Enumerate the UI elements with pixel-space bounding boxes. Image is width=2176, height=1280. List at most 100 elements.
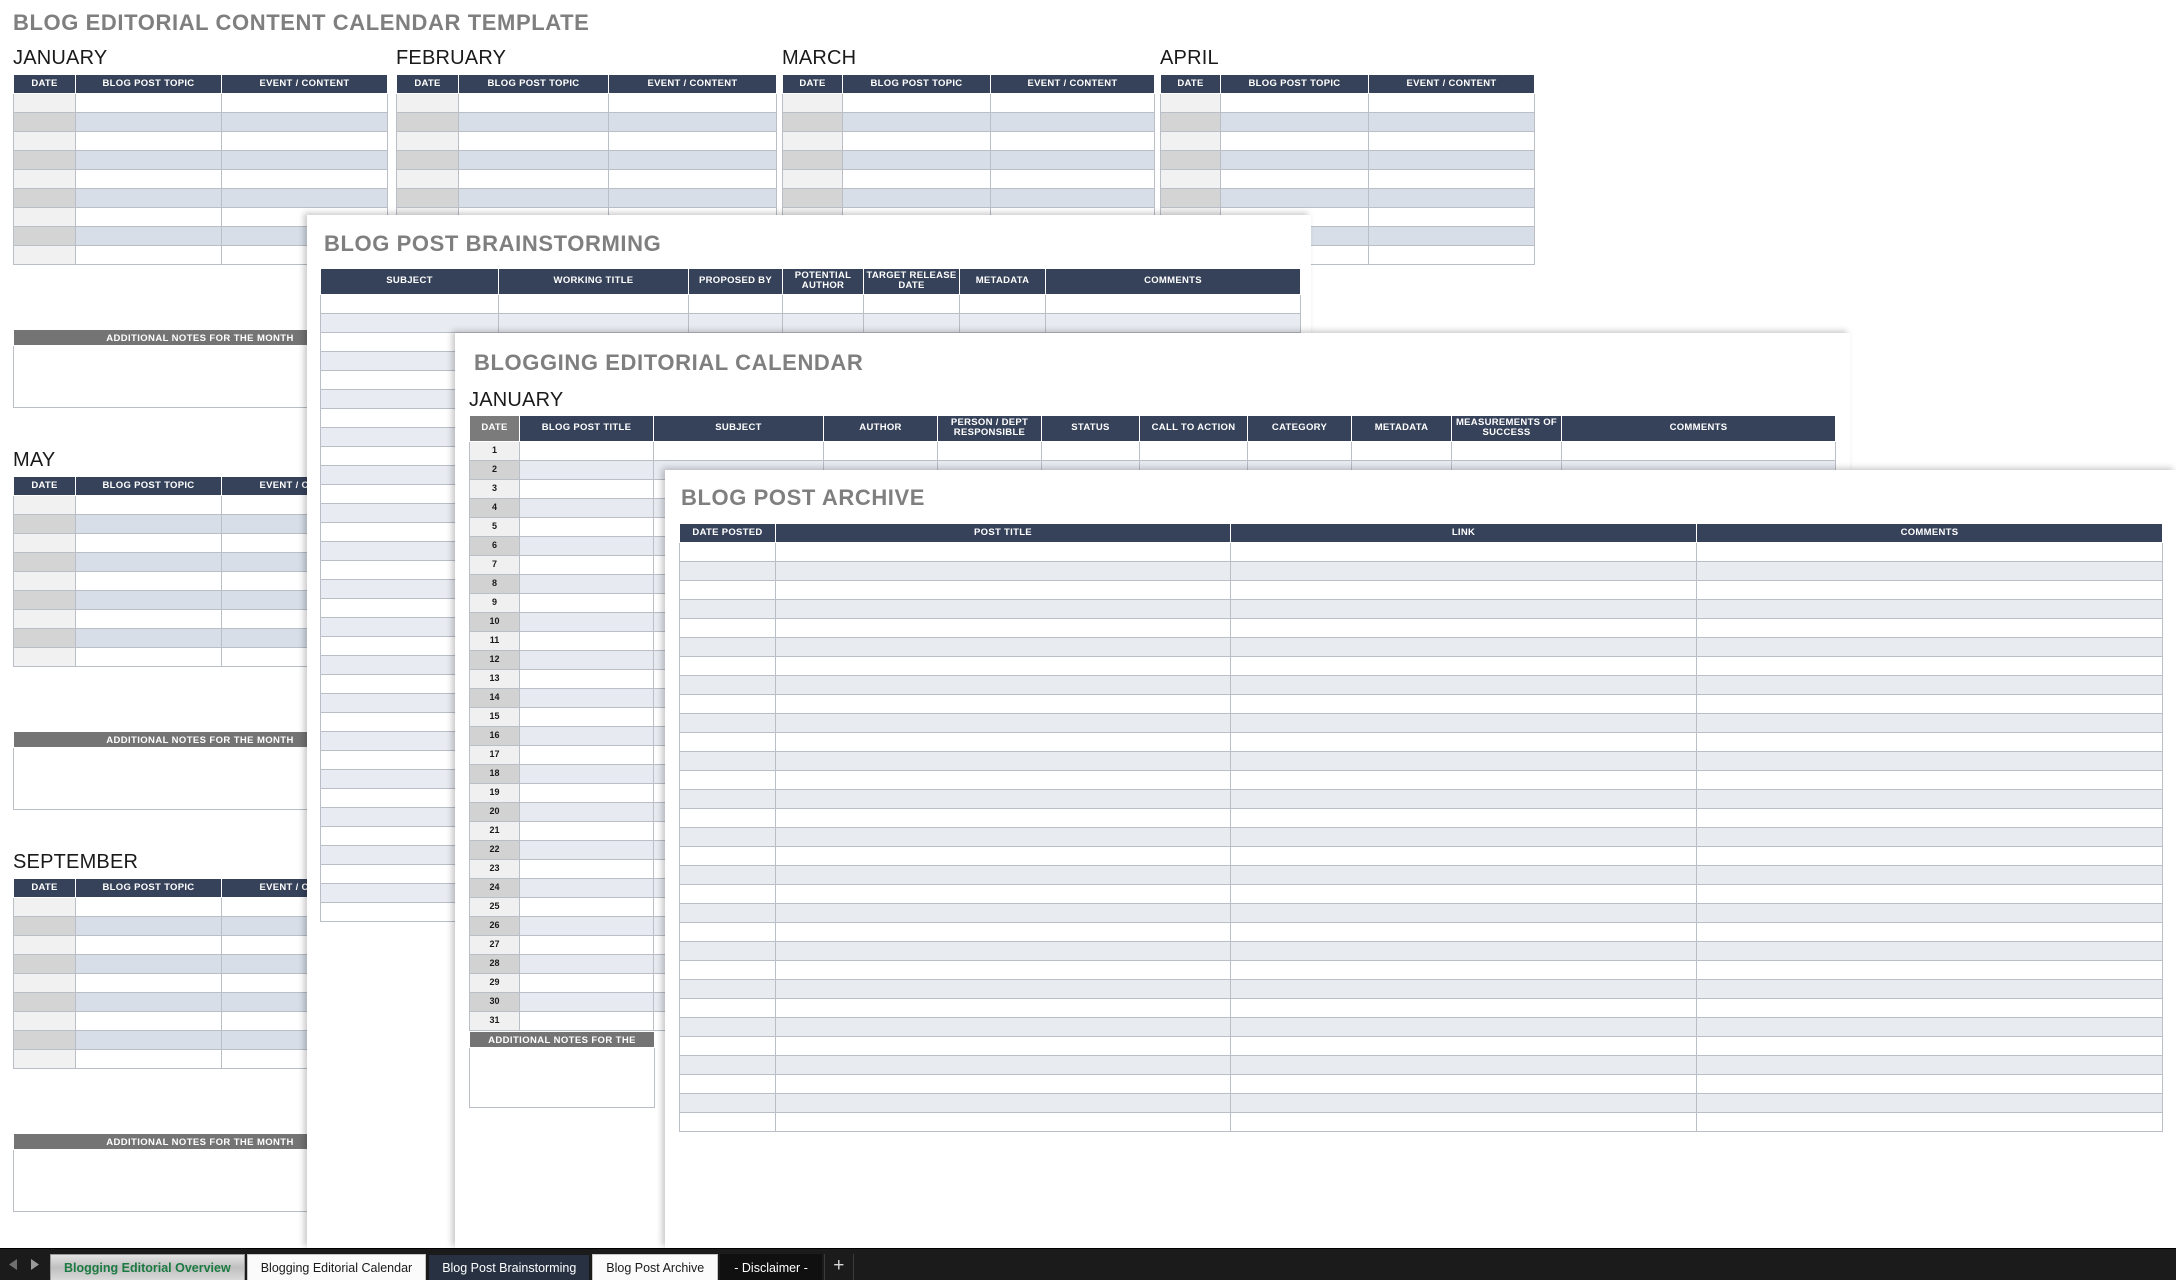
- sheet-tab-blog-post-archive[interactable]: Blog Post Archive: [592, 1254, 719, 1280]
- table-cell[interactable]: [990, 188, 1155, 208]
- table-cell[interactable]: [679, 580, 776, 600]
- table-cell[interactable]: [775, 1074, 1231, 1094]
- table-cell[interactable]: [519, 1010, 654, 1031]
- table-cell[interactable]: [842, 93, 991, 113]
- table-cell[interactable]: [75, 169, 222, 189]
- table-cell[interactable]: [1230, 1055, 1697, 1075]
- table-cell[interactable]: [775, 770, 1231, 790]
- table-cell[interactable]: [75, 552, 222, 572]
- table-cell[interactable]: [75, 935, 222, 955]
- table-cell[interactable]: [775, 542, 1231, 562]
- table-row[interactable]: [679, 1112, 2163, 1132]
- table-cell[interactable]: [1696, 1036, 2163, 1056]
- table-cell[interactable]: [519, 706, 654, 727]
- table-cell[interactable]: [1160, 93, 1221, 113]
- table-cell[interactable]: [990, 93, 1155, 113]
- table-row[interactable]: [1160, 93, 1535, 113]
- table-row[interactable]: [396, 188, 777, 208]
- table-cell[interactable]: [775, 846, 1231, 866]
- table-cell[interactable]: [782, 112, 843, 132]
- table-cell[interactable]: [1368, 150, 1535, 170]
- table-cell[interactable]: [13, 93, 76, 113]
- table-cell[interactable]: [75, 954, 222, 974]
- table-cell[interactable]: [1696, 903, 2163, 923]
- table-cell[interactable]: [842, 131, 991, 151]
- table-cell[interactable]: [519, 858, 654, 879]
- table-cell[interactable]: [782, 150, 843, 170]
- table-row[interactable]: [679, 599, 2163, 619]
- table-cell[interactable]: [1368, 245, 1535, 265]
- table-row[interactable]: [396, 112, 777, 132]
- table-cell[interactable]: [13, 1030, 76, 1050]
- table-cell[interactable]: [608, 112, 777, 132]
- day-number-cell[interactable]: 15: [469, 706, 520, 727]
- table-cell[interactable]: [775, 808, 1231, 828]
- table-cell[interactable]: [679, 713, 776, 733]
- table-row[interactable]: [679, 732, 2163, 752]
- table-cell[interactable]: [519, 497, 654, 518]
- table-cell[interactable]: [13, 590, 76, 610]
- table-row[interactable]: [679, 979, 2163, 999]
- day-number-cell[interactable]: 17: [469, 744, 520, 765]
- table-cell[interactable]: [519, 744, 654, 765]
- table-row[interactable]: [13, 131, 388, 151]
- table-cell[interactable]: [1230, 941, 1697, 961]
- table-row[interactable]: [679, 827, 2163, 847]
- table-cell[interactable]: [679, 637, 776, 657]
- table-cell[interactable]: [519, 896, 654, 917]
- table-cell[interactable]: [608, 188, 777, 208]
- table-cell[interactable]: [396, 150, 459, 170]
- table-cell[interactable]: [1230, 618, 1697, 638]
- table-cell[interactable]: [1230, 713, 1697, 733]
- table-row[interactable]: [396, 93, 777, 113]
- table-row[interactable]: [679, 561, 2163, 581]
- day-number-cell[interactable]: 30: [469, 991, 520, 1012]
- table-row[interactable]: [679, 884, 2163, 904]
- table-cell[interactable]: [679, 922, 776, 942]
- table-cell[interactable]: [775, 1093, 1231, 1113]
- table-cell[interactable]: [679, 656, 776, 676]
- table-cell[interactable]: [1230, 922, 1697, 942]
- table-cell[interactable]: [1368, 93, 1535, 113]
- table-cell[interactable]: [679, 1017, 776, 1037]
- table-cell[interactable]: [775, 580, 1231, 600]
- table-cell[interactable]: [13, 188, 76, 208]
- table-cell[interactable]: [1230, 751, 1697, 771]
- day-number-cell[interactable]: 22: [469, 839, 520, 860]
- table-cell[interactable]: [679, 694, 776, 714]
- table-row[interactable]: [679, 1017, 2163, 1037]
- table-cell[interactable]: [775, 884, 1231, 904]
- table-cell[interactable]: [1368, 131, 1535, 151]
- table-cell[interactable]: [519, 516, 654, 537]
- table-cell[interactable]: [679, 751, 776, 771]
- table-cell[interactable]: [13, 495, 76, 515]
- table-cell[interactable]: [688, 293, 783, 314]
- table-cell[interactable]: [1368, 188, 1535, 208]
- table-cell[interactable]: [1696, 846, 2163, 866]
- table-cell[interactable]: [775, 1112, 1231, 1132]
- table-cell[interactable]: [1230, 979, 1697, 999]
- table-cell[interactable]: [519, 592, 654, 613]
- day-number-cell[interactable]: 16: [469, 725, 520, 746]
- table-cell[interactable]: [608, 93, 777, 113]
- table-cell[interactable]: [608, 169, 777, 189]
- table-cell[interactable]: [679, 846, 776, 866]
- table-cell[interactable]: [1230, 1017, 1697, 1037]
- day-number-cell[interactable]: 8: [469, 573, 520, 594]
- table-cell[interactable]: [519, 839, 654, 860]
- table-row[interactable]: [782, 188, 1155, 208]
- table-cell[interactable]: [1696, 618, 2163, 638]
- table-cell[interactable]: [679, 770, 776, 790]
- day-number-cell[interactable]: 27: [469, 934, 520, 955]
- table-cell[interactable]: [1230, 846, 1697, 866]
- table-row[interactable]: [13, 112, 388, 132]
- table-row[interactable]: [1160, 150, 1535, 170]
- day-number-cell[interactable]: 12: [469, 649, 520, 670]
- table-row[interactable]: 1: [469, 440, 1836, 461]
- table-cell[interactable]: [1696, 694, 2163, 714]
- table-cell[interactable]: [679, 979, 776, 999]
- table-row[interactable]: [396, 131, 777, 151]
- day-number-cell[interactable]: 28: [469, 953, 520, 974]
- table-cell[interactable]: [1696, 637, 2163, 657]
- table-row[interactable]: [782, 93, 1155, 113]
